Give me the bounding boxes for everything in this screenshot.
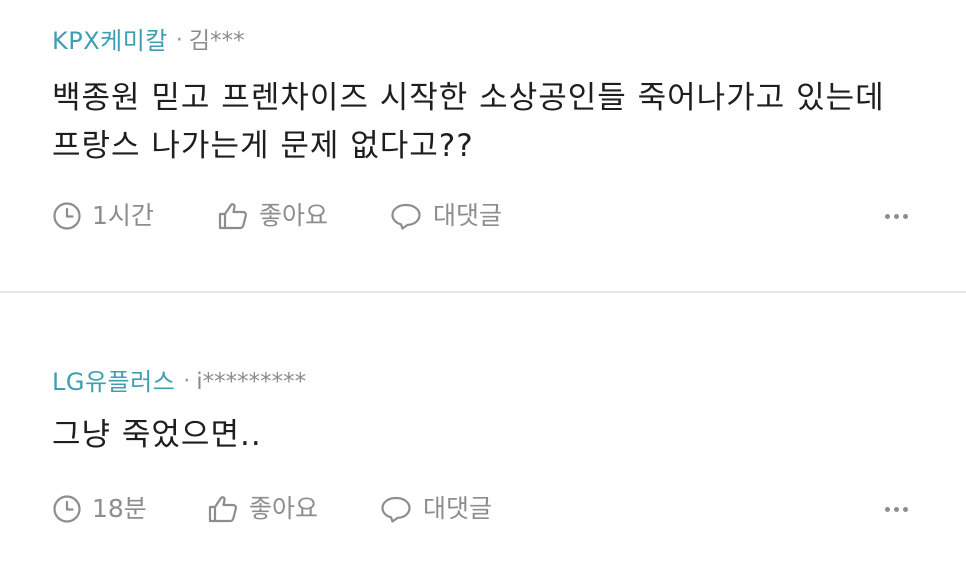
comment-user-id: 김***: [188, 28, 245, 54]
more-dot: [894, 213, 899, 219]
clock-icon: [53, 202, 81, 230]
comment-meta: KPX케미칼 · 김***: [52, 26, 245, 56]
meta-separator: ·: [175, 28, 183, 53]
comment-meta: LG유플러스 · i*********: [52, 367, 306, 397]
comment-item: LG유플러스 · i********* 그냥 죽었으면.. 18분 좋아요 대댓…: [0, 293, 966, 575]
thumbs-up-icon: [218, 203, 248, 230]
comment-user-id: i*********: [196, 369, 307, 395]
thumbs-up-icon: [208, 496, 238, 523]
more-dots-icon: [885, 213, 890, 219]
like-label: 좋아요: [249, 494, 319, 523]
comment-time: 18분: [52, 494, 207, 524]
comment-body: 백종원 믿고 프렌차이즈 시작한 소상공인들 죽어나가고 있는데 프랑스 나가는…: [52, 80, 885, 164]
more-dot: [903, 213, 908, 219]
like-button[interactable]: 좋아요: [217, 201, 389, 231]
reply-label: 대댓글: [433, 201, 503, 230]
comment-time-text: 18분: [92, 494, 147, 523]
more-options-button[interactable]: [881, 506, 908, 512]
like-label: 좋아요: [259, 201, 329, 230]
like-button[interactable]: 좋아요: [207, 494, 379, 524]
more-dot: [894, 506, 899, 512]
clock-icon: [53, 495, 81, 523]
comment-actions: 1시간 좋아요 대댓글: [52, 196, 908, 236]
comment-item: KPX케미칼 · 김*** 백종원 믿고 프렌차이즈 시작한 소상공인들 죽어나…: [0, 0, 966, 292]
meta-separator: ·: [183, 369, 191, 394]
comment-author[interactable]: LG유플러스: [52, 367, 175, 397]
comment-body: 그냥 죽었으면..: [52, 417, 262, 453]
more-dots-icon: [885, 506, 890, 512]
comment-time-text: 1시간: [92, 201, 154, 230]
speech-bubble-icon: [381, 496, 411, 523]
comment-author[interactable]: KPX케미칼: [52, 26, 168, 56]
more-options-button[interactable]: [881, 213, 908, 219]
reply-button[interactable]: 대댓글: [379, 494, 492, 524]
reply-label: 대댓글: [423, 494, 493, 523]
reply-button[interactable]: 대댓글: [389, 201, 502, 231]
more-dot: [903, 506, 908, 512]
speech-bubble-icon: [391, 203, 421, 230]
comment-time: 1시간: [52, 201, 217, 231]
comment-actions: 18분 좋아요 대댓글: [52, 489, 908, 529]
